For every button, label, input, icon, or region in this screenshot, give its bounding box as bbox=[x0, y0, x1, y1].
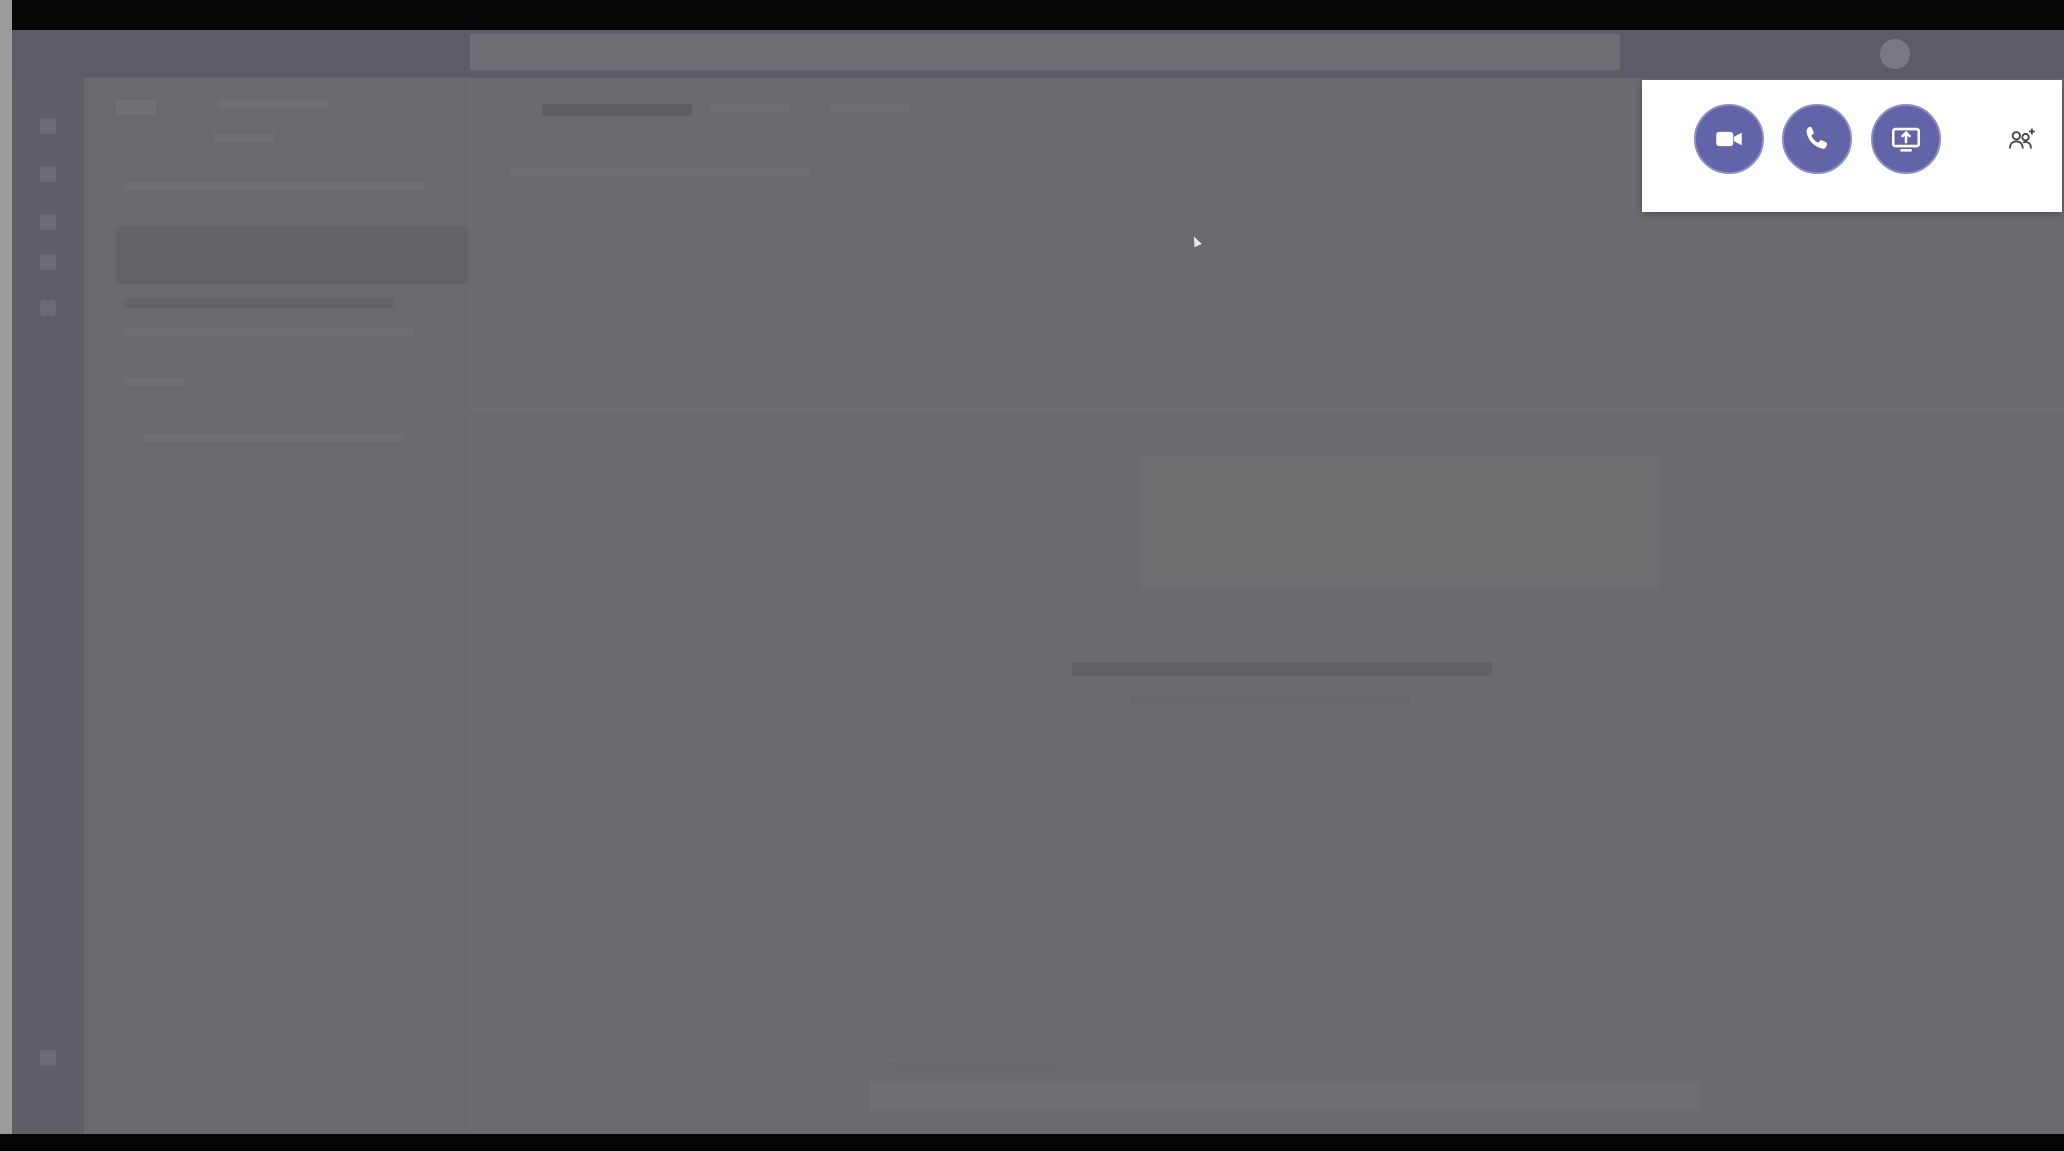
screen bbox=[0, 0, 2064, 1151]
app-rail bbox=[12, 78, 84, 1134]
title-bar bbox=[12, 30, 2064, 78]
avatar[interactable] bbox=[1880, 39, 1910, 69]
add-people-icon bbox=[2009, 128, 2035, 149]
conversation-info bbox=[510, 168, 810, 176]
chat-list-title bbox=[116, 100, 156, 114]
list-item[interactable] bbox=[124, 328, 414, 336]
video-camera-icon bbox=[1716, 131, 1742, 147]
chat-list-tabs[interactable] bbox=[218, 100, 328, 108]
list-item[interactable] bbox=[124, 298, 394, 308]
divider bbox=[470, 408, 2064, 410]
list-item[interactable] bbox=[144, 434, 404, 442]
share-screen-icon bbox=[1891, 127, 1921, 152]
teams-icon[interactable] bbox=[40, 214, 56, 230]
chat-list-filter[interactable] bbox=[214, 134, 274, 142]
add-people-button[interactable] bbox=[2002, 120, 2042, 160]
share-screen-button[interactable] bbox=[1871, 104, 1941, 174]
tab-files[interactable] bbox=[830, 104, 910, 112]
audio-call-button[interactable] bbox=[1782, 104, 1852, 174]
search-input[interactable] bbox=[470, 34, 1620, 70]
help-icon[interactable] bbox=[40, 1050, 56, 1066]
welcome-subtext bbox=[1130, 696, 1410, 704]
chat-section-label bbox=[124, 182, 424, 190]
calendar-icon[interactable] bbox=[40, 254, 56, 270]
compose-label bbox=[890, 1062, 1060, 1070]
letterbox-bottom bbox=[0, 1134, 2064, 1151]
chat-icon[interactable] bbox=[40, 166, 56, 182]
tab-chat[interactable] bbox=[710, 104, 790, 112]
conversation-pane bbox=[470, 78, 2064, 1134]
compose-input[interactable] bbox=[870, 1082, 1700, 1110]
list-item[interactable] bbox=[124, 378, 184, 386]
files-icon[interactable] bbox=[40, 300, 56, 316]
welcome-text bbox=[1072, 662, 1492, 676]
phone-icon bbox=[1806, 126, 1828, 149]
video-call-button[interactable] bbox=[1694, 104, 1764, 174]
letterbox-left bbox=[0, 0, 12, 1151]
welcome-card bbox=[1140, 456, 1660, 586]
list-item[interactable] bbox=[116, 226, 468, 284]
activity-icon[interactable] bbox=[40, 118, 56, 134]
mouse-cursor-icon bbox=[1190, 234, 1202, 248]
conversation-title bbox=[542, 104, 692, 116]
chat-list-pane bbox=[84, 78, 470, 1134]
letterbox-top bbox=[0, 0, 2064, 30]
call-controls-panel bbox=[1642, 80, 2062, 212]
